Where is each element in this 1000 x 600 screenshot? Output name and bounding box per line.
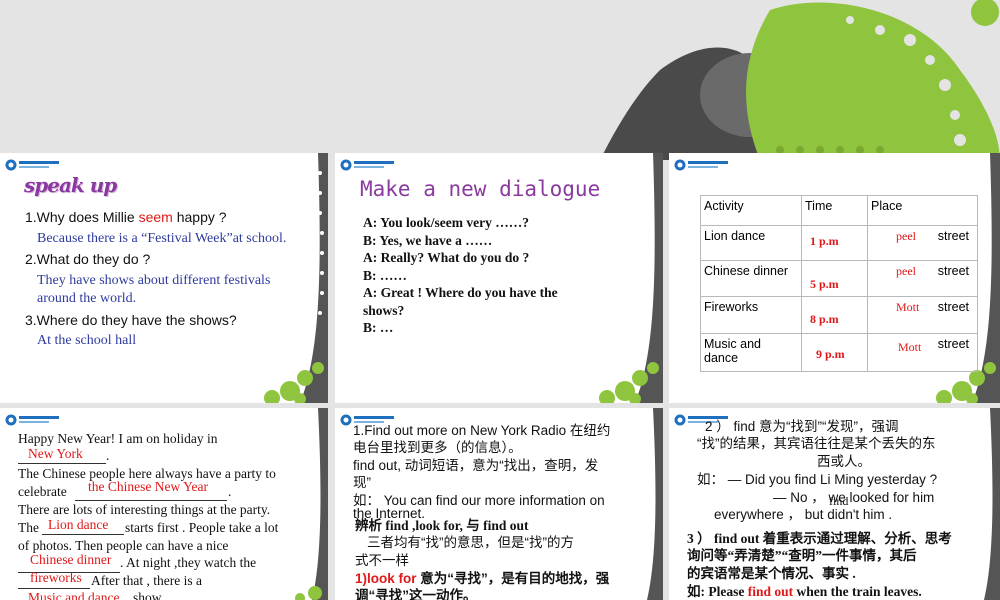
answer-2-line-1: They have shows about different festival… <box>37 273 271 288</box>
cell-activity: Chinese dinner <box>700 260 802 297</box>
highlight-seem: seem <box>138 209 173 225</box>
table-header-row: Activity Time Place <box>700 195 978 226</box>
question-3: 3.Where do they have the shows? <box>25 312 237 328</box>
answer-fireworks: fireworks <box>30 570 82 585</box>
slide-activity-table[interactable]: Activity Time Place Lion dance 1 p.m pee… <box>669 153 1000 403</box>
answer-lion-dance: Lion dance <box>48 517 109 532</box>
dialogue-line: A: You look/seem very ……? <box>363 215 529 230</box>
dialogue-line: A: Great ! Where do you have the <box>363 285 558 300</box>
answer-3: At the school hall <box>37 333 137 348</box>
slide-find-notes[interactable]: 2 ） find 意为“找到”“发现”，强调 “找”的结果，其宾语往往是某个丢失… <box>669 408 1000 600</box>
cell-place: peel street <box>867 225 978 261</box>
note-line: 西或人。 <box>817 454 871 469</box>
slide-find-out-notes[interactable]: 1.Find out more on New York Radio 在纽约 电台… <box>335 408 663 600</box>
dialogue-line: B: Yes, we have a …… <box>363 233 493 248</box>
answer-music-and-dance: Music and dance <box>28 590 120 600</box>
cell-activity: Fireworks <box>700 296 802 334</box>
cell-activity: Lion dance <box>700 225 802 261</box>
note-line: “找”的结果，其宾语往往是某个丢失的东 <box>697 436 936 451</box>
note-line: 调“寻找”这一动作。 <box>355 588 477 600</box>
note-line: find out, 动词短语，意为“找出，查明，发 <box>353 458 599 473</box>
table-row: Fireworks 8 p.m Mott street <box>700 296 978 334</box>
answer-find-out: find out <box>747 584 794 599</box>
note-line: 询问等“弄清楚”“查明”一件事情，其后 <box>687 548 917 563</box>
note-line: 三者均有“找”的意思，但是“找”的方 <box>367 535 574 550</box>
slide-title: Make a new dialogue <box>360 177 601 201</box>
slide-fill-in-letter[interactable]: Happy New Year! I am on holiday in New Y… <box>0 408 328 600</box>
site-logo <box>340 159 394 171</box>
header-time: Time <box>801 195 868 226</box>
cell-time: 9 p.m <box>801 333 868 372</box>
slide-speak-up[interactable]: speak up 1.Why does Millie seem happy ? … <box>0 153 328 403</box>
note-line: 电台里找到更多（的信息）。 <box>353 440 522 455</box>
dialogue-line: shows? <box>363 303 405 318</box>
cell-place: peel street <box>867 260 978 297</box>
note-line: 式不一样 <box>355 553 409 568</box>
dialogue-line: B: …… <box>363 268 407 283</box>
answer-chinese-new-year: the Chinese New Year <box>88 479 208 494</box>
note-line: 的宾语常是某个情况、事实 . <box>687 566 856 581</box>
answer-1: Because there is a “Festival Week”at sch… <box>37 231 287 246</box>
answer-2-line-2: around the world. <box>37 291 137 306</box>
dialogue-line: A: Really? What do you do ? <box>363 250 530 265</box>
decorative-dots-graphic <box>0 0 1000 160</box>
example-line: everywhere ， but didn't him . <box>714 507 893 522</box>
dialogue-line: B: … <box>363 320 394 335</box>
cell-time: 1 p.m <box>801 225 868 261</box>
slide-title: speak up <box>24 173 117 197</box>
cell-activity: Music and dance <box>700 333 802 372</box>
cell-place: Mott street <box>867 333 978 372</box>
question-1: 1.Why does Millie seem happy ? <box>25 209 227 225</box>
slide-make-dialogue[interactable]: Make a new dialogue A: You look/seem ver… <box>335 153 663 403</box>
cell-place: Mott street <box>867 296 978 334</box>
site-logo <box>5 159 59 171</box>
note-line: 现” <box>353 475 371 490</box>
site-logo <box>674 159 728 171</box>
site-logo <box>5 414 59 426</box>
example-line: 如: Please find out when the train leaves… <box>687 584 922 599</box>
header-place: Place <box>867 195 978 226</box>
cell-time: 5 p.m <box>801 260 868 297</box>
table-row: Lion dance 1 p.m peel street <box>700 225 978 261</box>
example-line: 如： — Did you find Li Ming yesterday ? <box>697 472 938 487</box>
question-2: 2.What do they do ? <box>25 251 151 267</box>
activity-table: Activity Time Place Lion dance 1 p.m pee… <box>700 195 978 372</box>
answer-new-york: New York <box>28 446 83 461</box>
letter-line: There are lots of interesting things at … <box>18 502 271 517</box>
cell-time: 8 p.m <box>801 296 868 334</box>
letter-line: Happy New Year! I am on holiday in <box>18 431 218 446</box>
answer-chinese-dinner: Chinese dinner <box>30 552 112 567</box>
table-row: Chinese dinner 5 p.m peel street <box>700 260 978 297</box>
table-row: Music and dance 9 p.m Mott street <box>700 333 978 372</box>
header-activity: Activity <box>700 195 802 226</box>
